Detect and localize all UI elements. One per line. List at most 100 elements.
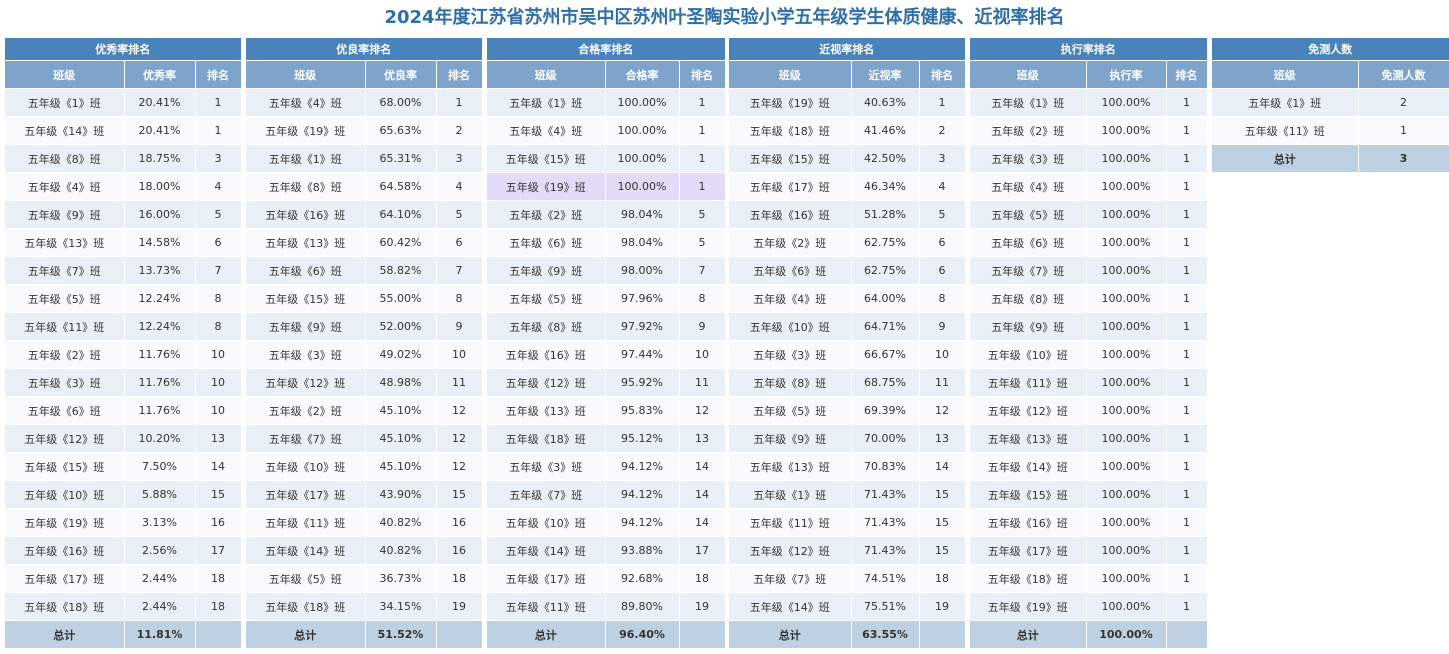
table-row[interactable]: 五年级《7》班 13.73% 7 [5,256,242,285]
table-row[interactable]: 五年级《5》班 69.39% 12 [729,396,966,425]
table-row[interactable]: 五年级《9》班 98.00% 7 [487,256,726,285]
table-row[interactable]: 五年级《19》班 3.13% 16 [5,508,242,537]
table-row[interactable]: 五年级《1》班 71.43% 15 [729,480,966,509]
table-row[interactable]: 五年级《2》班 100.00% 1 [970,116,1208,145]
table-row[interactable]: 五年级《15》班 100.00% 1 [970,480,1208,509]
table-row[interactable]: 五年级《14》班 40.82% 16 [246,536,483,565]
table-row[interactable]: 五年级《2》班 11.76% 10 [5,340,242,369]
table-row[interactable]: 五年级《17》班 2.44% 18 [5,564,242,593]
table-row[interactable]: 五年级《17》班 100.00% 1 [970,536,1208,565]
table-row[interactable]: 五年级《13》班 14.58% 6 [5,228,242,257]
table-row[interactable]: 五年级《12》班 100.00% 1 [970,396,1208,425]
table-row[interactable]: 五年级《6》班 62.75% 6 [729,256,966,285]
table-row[interactable]: 五年级《1》班 20.41% 1 [5,88,242,117]
table-row[interactable]: 五年级《3》班 66.67% 10 [729,340,966,369]
table-row[interactable]: 五年级《9》班 70.00% 13 [729,424,966,453]
table-row[interactable]: 五年级《9》班 16.00% 5 [5,200,242,229]
table-row[interactable]: 五年级《10》班 94.12% 14 [487,508,726,537]
table-row[interactable]: 五年级《15》班 55.00% 8 [246,284,483,313]
column-header[interactable]: 排名 [436,60,483,89]
table-row[interactable]: 五年级《13》班 60.42% 6 [246,228,483,257]
table-row[interactable]: 五年级《6》班 11.76% 10 [5,396,242,425]
column-header[interactable]: 排名 [1166,60,1208,89]
table-row[interactable]: 五年级《17》班 43.90% 15 [246,480,483,509]
table-row[interactable]: 五年级《18》班 100.00% 1 [970,564,1208,593]
table-row[interactable]: 五年级《1》班 100.00% 1 [487,88,726,117]
table-row[interactable]: 五年级《4》班 68.00% 1 [246,88,483,117]
table-row[interactable]: 五年级《3》班 11.76% 10 [5,368,242,397]
table-row[interactable]: 五年级《15》班 42.50% 3 [729,144,966,173]
column-header[interactable]: 班级 [970,60,1087,89]
table-row[interactable]: 五年级《12》班 48.98% 11 [246,368,483,397]
table-row[interactable]: 五年级《19》班 65.63% 2 [246,116,483,145]
table-row[interactable]: 五年级《1》班 65.31% 3 [246,144,483,173]
table-row[interactable]: 五年级《12》班 10.20% 13 [5,424,242,453]
table-row[interactable]: 五年级《17》班 92.68% 18 [487,564,726,593]
table-row[interactable]: 五年级《19》班 100.00% 1 [970,592,1208,621]
table-row[interactable]: 五年级《5》班 100.00% 1 [970,200,1208,229]
table-row[interactable]: 五年级《1》班 100.00% 1 [970,88,1208,117]
table-row[interactable]: 五年级《2》班 98.04% 5 [487,200,726,229]
table-row[interactable]: 五年级《4》班 100.00% 1 [970,172,1208,201]
table-row[interactable]: 五年级《7》班 100.00% 1 [970,256,1208,285]
table-row[interactable]: 五年级《3》班 100.00% 1 [970,144,1208,173]
table-row[interactable]: 五年级《9》班 100.00% 1 [970,312,1208,341]
table-row[interactable]: 五年级《8》班 64.58% 4 [246,172,483,201]
table-row[interactable]: 五年级《6》班 98.04% 5 [487,228,726,257]
column-header[interactable]: 排名 [195,60,242,89]
table-row[interactable]: 五年级《15》班 100.00% 1 [487,144,726,173]
table-row[interactable]: 五年级《18》班 95.12% 13 [487,424,726,453]
table-row[interactable]: 五年级《12》班 71.43% 15 [729,536,966,565]
table-row[interactable]: 五年级《2》班 45.10% 12 [246,396,483,425]
table-row[interactable]: 五年级《10》班 5.88% 15 [5,480,242,509]
table-row[interactable]: 五年级《11》班 100.00% 1 [970,368,1208,397]
column-header[interactable]: 班级 [246,60,366,89]
table-row[interactable]: 五年级《4》班 100.00% 1 [487,116,726,145]
column-header[interactable]: 排名 [919,60,966,89]
column-header[interactable]: 班级 [1212,60,1359,89]
table-row[interactable]: 五年级《8》班 18.75% 3 [5,144,242,173]
table-row[interactable]: 五年级《6》班 58.82% 7 [246,256,483,285]
column-header[interactable]: 合格率 [605,60,680,89]
column-header[interactable]: 近视率 [851,60,920,89]
table-row[interactable]: 五年级《11》班 89.80% 19 [487,592,726,621]
table-row[interactable]: 五年级《9》班 52.00% 9 [246,312,483,341]
table-row[interactable]: 五年级《13》班 100.00% 1 [970,424,1208,453]
table-row[interactable]: 五年级《10》班 100.00% 1 [970,340,1208,369]
table-row[interactable]: 五年级《19》班 100.00% 1 [487,172,726,201]
table-row[interactable]: 五年级《14》班 75.51% 19 [729,592,966,621]
column-header[interactable]: 优秀率 [124,60,196,89]
table-row[interactable]: 五年级《12》班 95.92% 11 [487,368,726,397]
column-header[interactable]: 优良率 [365,60,437,89]
table-row[interactable]: 五年级《8》班 100.00% 1 [970,284,1208,313]
table-row[interactable]: 五年级《18》班 34.15% 19 [246,592,483,621]
table-row[interactable]: 五年级《5》班 12.24% 8 [5,284,242,313]
table-row[interactable]: 五年级《11》班 1 [1212,116,1449,145]
table-row[interactable]: 五年级《14》班 93.88% 17 [487,536,726,565]
table-row[interactable]: 五年级《10》班 64.71% 9 [729,312,966,341]
table-row[interactable]: 五年级《19》班 40.63% 1 [729,88,966,117]
table-row[interactable]: 五年级《3》班 49.02% 10 [246,340,483,369]
column-header[interactable]: 执行率 [1086,60,1167,89]
table-row[interactable]: 五年级《5》班 36.73% 18 [246,564,483,593]
table-row[interactable]: 五年级《7》班 74.51% 18 [729,564,966,593]
table-row[interactable]: 五年级《3》班 94.12% 14 [487,452,726,481]
table-row[interactable]: 五年级《14》班 20.41% 1 [5,116,242,145]
table-row[interactable]: 五年级《10》班 45.10% 12 [246,452,483,481]
table-row[interactable]: 五年级《2》班 62.75% 6 [729,228,966,257]
table-row[interactable]: 五年级《18》班 41.46% 2 [729,116,966,145]
table-row[interactable]: 五年级《7》班 94.12% 14 [487,480,726,509]
table-row[interactable]: 五年级《15》班 7.50% 14 [5,452,242,481]
table-row[interactable]: 五年级《16》班 100.00% 1 [970,508,1208,537]
table-row[interactable]: 五年级《4》班 18.00% 4 [5,172,242,201]
table-row[interactable]: 五年级《16》班 97.44% 10 [487,340,726,369]
table-row[interactable]: 五年级《16》班 2.56% 17 [5,536,242,565]
table-row[interactable]: 五年级《4》班 64.00% 8 [729,284,966,313]
column-header[interactable]: 免测人数 [1358,60,1449,89]
table-row[interactable]: 五年级《11》班 71.43% 15 [729,508,966,537]
table-row[interactable]: 五年级《5》班 97.96% 8 [487,284,726,313]
table-row[interactable]: 五年级《13》班 70.83% 14 [729,452,966,481]
column-header[interactable]: 班级 [487,60,606,89]
table-row[interactable]: 五年级《6》班 100.00% 1 [970,228,1208,257]
table-row[interactable]: 五年级《11》班 40.82% 16 [246,508,483,537]
